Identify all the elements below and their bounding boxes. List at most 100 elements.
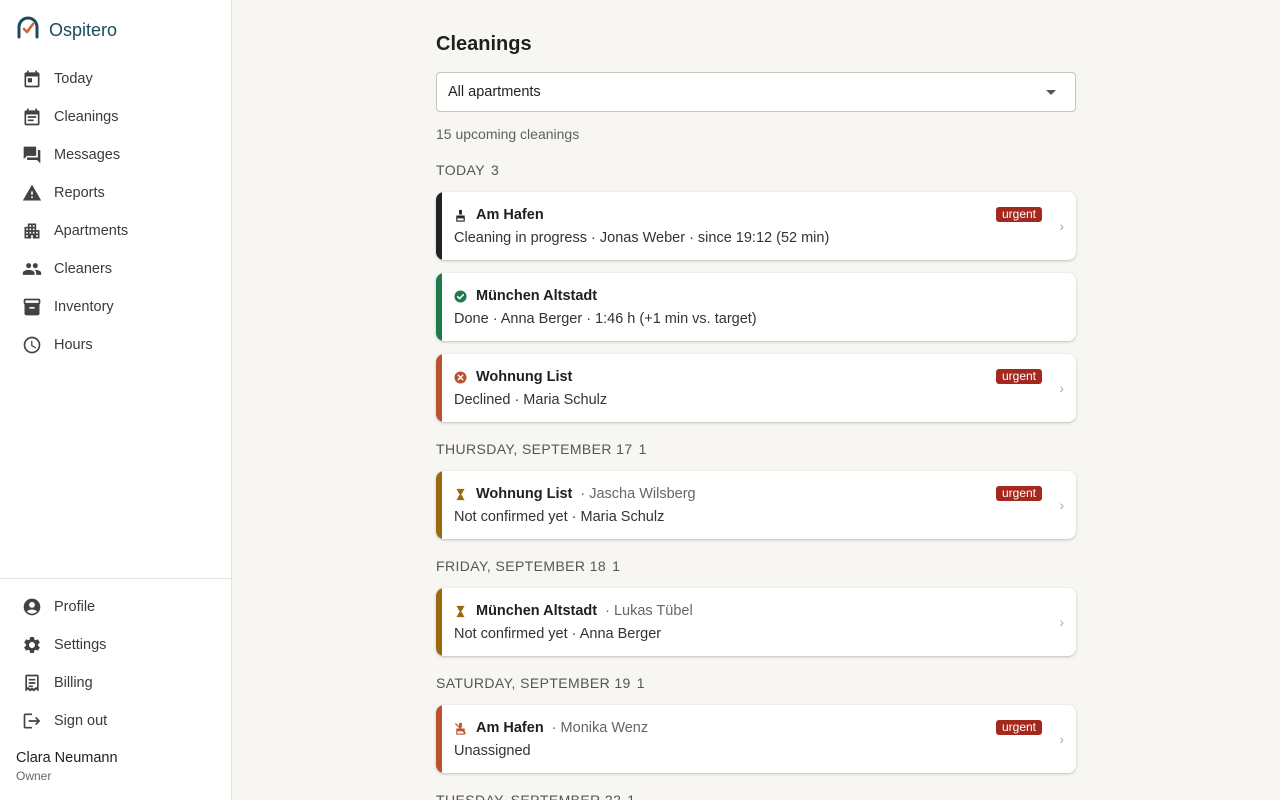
date-group-header: TUESDAY, SEPTEMBER 22 1	[436, 792, 635, 800]
user-role: Owner	[16, 769, 52, 783]
nav-item-billing[interactable]: Billing	[12, 664, 220, 702]
cleaning-card[interactable]: Wohnung List Declined · Maria Schulz urgen…	[436, 354, 1076, 422]
guest-name: · Lukas Tübel	[605, 603, 693, 619]
urgent-badge: urgent	[995, 369, 1042, 384]
cleaning-card[interactable]: Wohnung List · Jascha Wilsberg Not confirm…	[436, 471, 1076, 539]
cleaning-detail: Done · Anna Berger · 1:46 h (+1 min vs. …	[454, 311, 757, 327]
account-icon	[22, 597, 42, 617]
sidebar-divider	[0, 578, 231, 579]
calendar-today-icon	[22, 69, 42, 89]
apartment-name: Am Hafen	[476, 720, 544, 736]
date-group-label: THURSDAY, SEPTEMBER 17	[436, 441, 633, 457]
user-name: Clara Neumann	[16, 750, 118, 766]
chevron-right-icon: ›	[1059, 497, 1064, 513]
nav-item-cleaners[interactable]: Cleaners	[12, 250, 220, 288]
clock-icon	[22, 335, 42, 355]
cleaning-card[interactable]: Am Hafen Cleaning in progress · Jonas Web…	[436, 192, 1076, 260]
page-title: Cleanings	[436, 33, 532, 55]
main-nav: Today Cleanings Messages Reports Apartments C…	[12, 60, 220, 364]
logout-icon	[22, 711, 42, 731]
date-group-label: TUESDAY, SEPTEMBER 22	[436, 792, 622, 800]
card-title-row: München Altstadt	[454, 287, 597, 305]
apartment-name: Am Hafen	[476, 207, 544, 223]
apartment-name: Wohnung List	[476, 369, 573, 385]
nav-item-today[interactable]: Today	[12, 60, 220, 98]
nav-item-label: Billing	[54, 675, 93, 691]
current-user: Clara Neumann Owner	[16, 750, 118, 783]
nav-item-label: Cleanings	[54, 109, 119, 125]
nav-item-cleanings[interactable]: Cleanings	[12, 98, 220, 136]
date-group-count: 3	[490, 162, 500, 178]
nav-item-label: Profile	[54, 599, 96, 615]
nav-item-hours[interactable]: Hours	[12, 326, 220, 364]
cleaning-detail: Cleaning in progress · Jonas Weber · sin…	[454, 230, 830, 246]
guest-name: · Jascha Wilsberg	[580, 486, 696, 502]
apartment-icon	[22, 221, 42, 241]
status-bar	[436, 273, 442, 341]
date-group-count: 1	[612, 558, 621, 574]
nav-item-label: Hours	[54, 337, 93, 353]
date-group-count: 1	[627, 792, 636, 800]
x-circle-icon	[454, 370, 467, 384]
app-name: Ospitero	[49, 19, 118, 40]
hourglass-icon	[454, 605, 467, 618]
sidebar: Ospitero Today Cleanings Messages Reports Ap…	[0, 0, 232, 800]
nav-item-reports[interactable]: Reports	[12, 174, 220, 212]
date-group-label: FRIDAY, SEPTEMBER 18	[436, 558, 607, 574]
cleaning-card[interactable]: Am Hafen · Monika Wenz Unassigned urgent ›	[436, 705, 1076, 773]
nav-item-profile[interactable]: Profile	[12, 588, 220, 626]
nav-item-label: Cleaners	[54, 261, 113, 277]
date-group-header: TODAY 3	[436, 162, 499, 178]
apartment-filter-value: All apartments	[448, 84, 541, 100]
nav-item-label: Sign out	[54, 713, 108, 729]
chevron-right-icon: ›	[1059, 218, 1064, 234]
nav-item-label: Today	[54, 71, 93, 87]
guest-name: · Monika Wenz	[551, 720, 649, 736]
chevron-right-icon: ›	[1059, 731, 1064, 747]
nav-item-apartments[interactable]: Apartments	[12, 212, 220, 250]
warning-icon	[22, 183, 42, 203]
nav-item-settings[interactable]: Settings	[12, 626, 220, 664]
urgent-badge: urgent	[995, 207, 1042, 222]
card-title-row: Wohnung List	[454, 368, 572, 386]
account-nav: Profile Settings Billing Sign out	[12, 588, 220, 740]
ospitero-logo-icon	[16, 16, 40, 45]
card-title-row: Am Hafen · Monika Wenz	[454, 719, 648, 737]
status-bar	[436, 471, 442, 539]
date-group-count: 1	[636, 675, 645, 691]
date-group-header: THURSDAY, SEPTEMBER 17 1	[436, 441, 647, 457]
cleaning-detail: Declined · Maria Schulz	[454, 392, 608, 408]
card-title-row: Wohnung List · Jascha Wilsberg	[454, 485, 696, 503]
nav-item-label: Reports	[54, 185, 105, 201]
date-group-label: SATURDAY, SEPTEMBER 19	[436, 675, 631, 691]
people-icon	[22, 259, 42, 279]
status-bar	[436, 192, 442, 260]
chat-icon	[22, 145, 42, 165]
hourglass-icon	[454, 488, 467, 501]
nav-item-sign-out[interactable]: Sign out	[12, 702, 220, 740]
cleaning-detail: Unassigned	[454, 743, 531, 759]
cleaning-card[interactable]: München Altstadt · Lukas Tübel Not confirm…	[436, 588, 1076, 656]
broom-icon	[454, 209, 467, 222]
nav-item-messages[interactable]: Messages	[12, 136, 220, 174]
nav-item-label: Messages	[54, 147, 121, 163]
brand[interactable]: Ospitero	[16, 16, 117, 44]
card-title-row: München Altstadt · Lukas Tübel	[454, 602, 693, 620]
apartment-name: Wohnung List	[476, 486, 573, 502]
card-title-row: Am Hafen	[454, 206, 544, 224]
dropdown-caret-icon	[1046, 89, 1056, 95]
nav-item-inventory[interactable]: Inventory	[12, 288, 220, 326]
apartment-name: München Altstadt	[476, 603, 598, 619]
inventory-icon	[22, 297, 42, 317]
cleaning-detail: Not confirmed yet · Maria Schulz	[454, 509, 665, 525]
receipt-icon	[22, 673, 42, 693]
date-group-header: SATURDAY, SEPTEMBER 19 1	[436, 675, 645, 691]
status-bar	[436, 588, 442, 656]
upcoming-count: 15 upcoming cleanings	[436, 126, 580, 142]
cleaning-card[interactable]: München Altstadt Done · Anna Berger · 1:4…	[436, 273, 1076, 341]
cleaning-detail: Not confirmed yet · Anna Berger	[454, 626, 662, 642]
calendar-list-icon	[22, 107, 42, 127]
apartment-filter-select[interactable]: All apartments	[436, 72, 1076, 112]
nav-item-label: Apartments	[54, 223, 129, 239]
unassigned-broom-icon	[454, 722, 467, 735]
